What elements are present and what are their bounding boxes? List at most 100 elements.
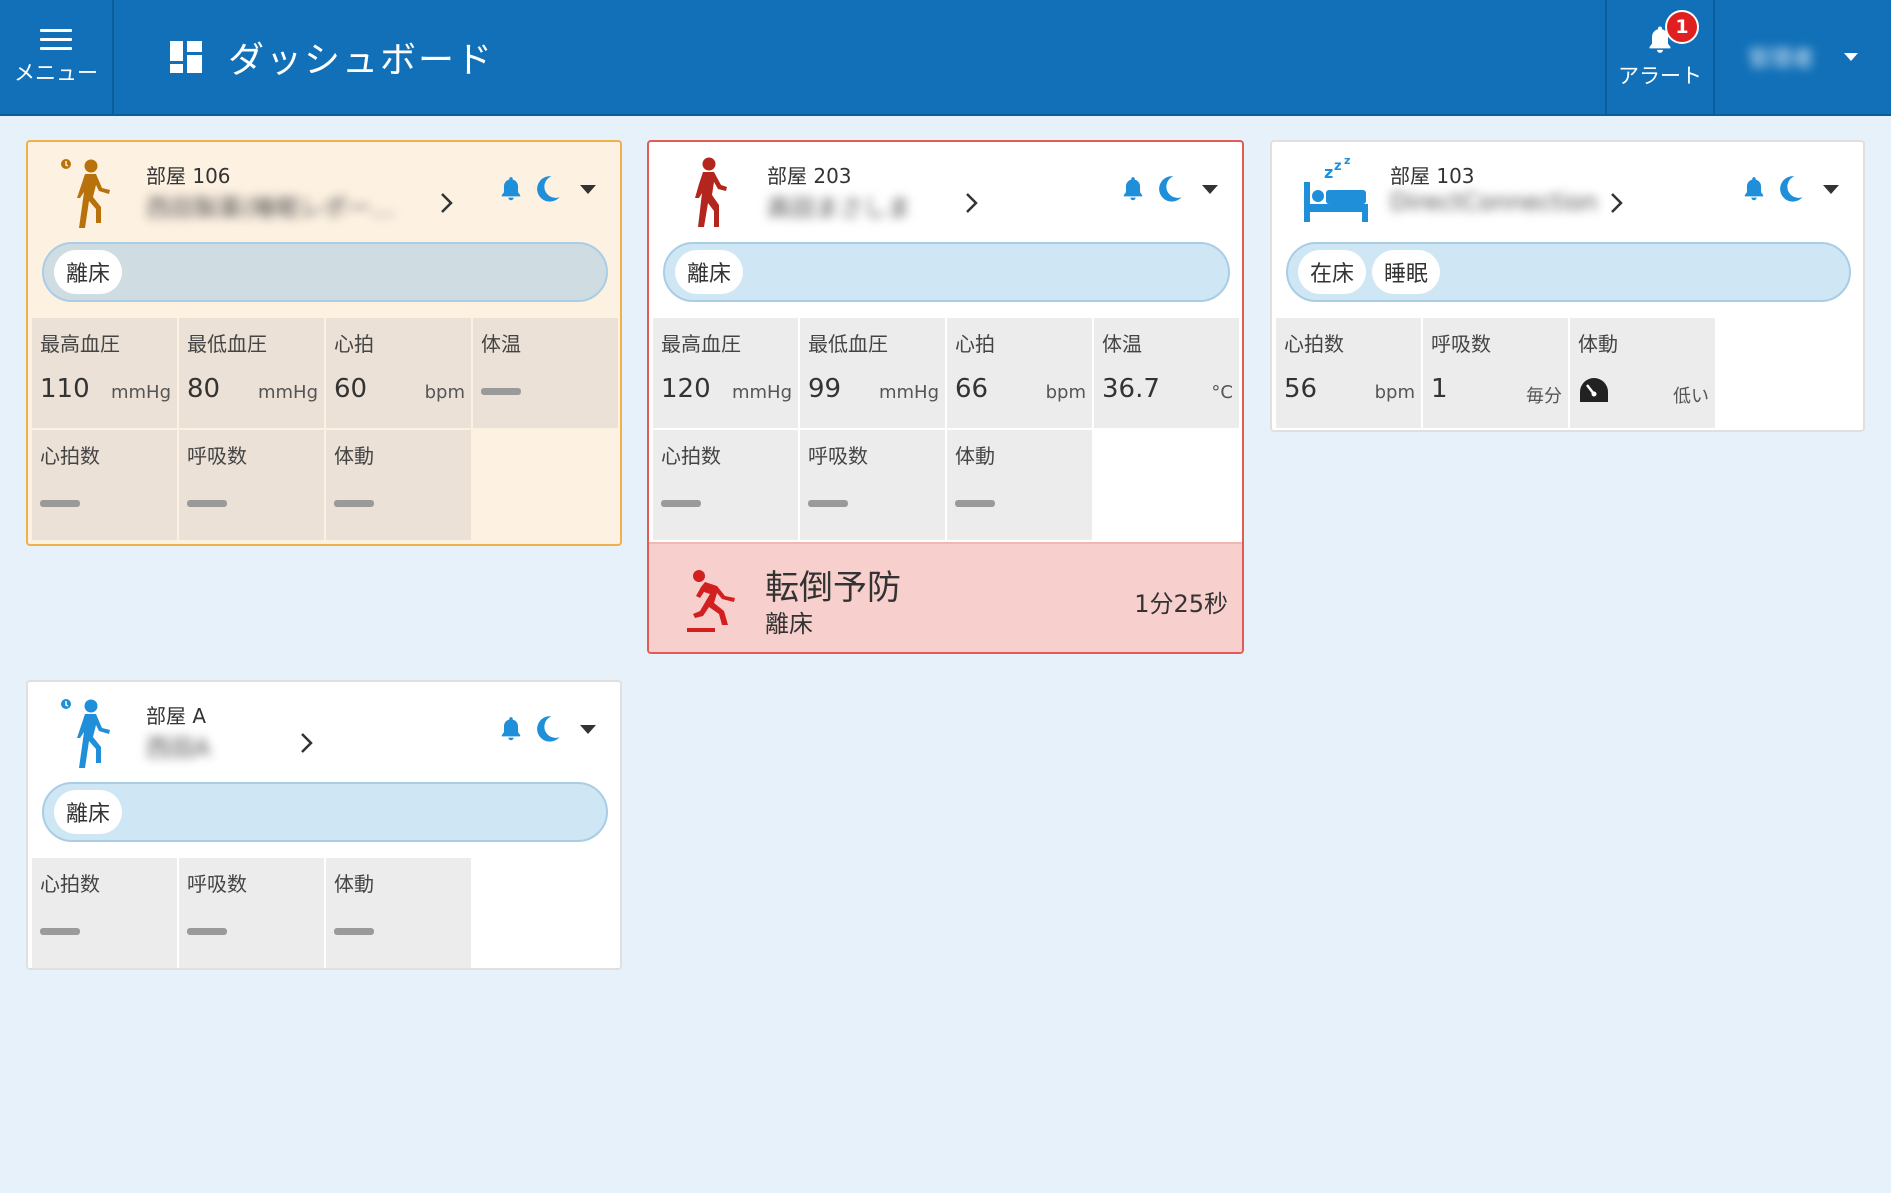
metric-label: 心拍数: [1284, 332, 1344, 356]
metric-label: 体動: [1578, 332, 1618, 356]
user-menu[interactable]: 管理者: [1713, 0, 1891, 114]
chevron-right-icon[interactable]: [1610, 192, 1624, 214]
metric-label: 心拍数: [661, 444, 721, 468]
falling-person-icon: [687, 570, 735, 632]
patient-name: 西田製薬(睡眠レポー...: [146, 194, 395, 222]
card-header: 部屋 106 西田製薬(睡眠レポー...: [28, 142, 620, 242]
metric-label: 最高血圧: [40, 332, 120, 356]
no-data-dash: [40, 928, 80, 935]
room-card[interactable]: z z z 部屋 103 DirectConnection 在床 睡眠 心拍数 …: [1270, 140, 1865, 432]
patient-name: 西田A: [146, 734, 211, 762]
no-data-dash: [40, 500, 80, 507]
status-pill: 在床: [1298, 250, 1367, 294]
metric-unit: 毎分: [1526, 386, 1562, 407]
patient-name: DirectConnection: [1390, 188, 1598, 216]
no-data-dash: [187, 500, 227, 507]
no-data-dash: [334, 500, 374, 507]
chevron-right-icon[interactable]: [965, 192, 979, 214]
room-label: 部屋 203: [767, 164, 852, 188]
metric-label: 心拍数: [40, 444, 100, 468]
room-label: 部屋 A: [146, 704, 207, 728]
metric-unit: mmHg: [731, 382, 792, 403]
metrics-grid: 心拍数 呼吸数 体動: [32, 858, 618, 968]
bell-icon[interactable]: [498, 714, 524, 744]
page-title: ダッシュボード: [228, 40, 495, 81]
gauge-low-icon: [1580, 378, 1608, 402]
metric-unit: bpm: [1045, 382, 1086, 403]
metric-cell: 体動: [326, 858, 471, 968]
metric-cell: 体動 低い: [1570, 318, 1715, 428]
moon-icon[interactable]: [1777, 174, 1805, 204]
chevron-right-icon[interactable]: [440, 192, 454, 214]
metric-label: 心拍: [955, 332, 995, 356]
metric-value: 99: [808, 374, 842, 404]
fall-alert-panel[interactable]: 転倒予防 離床 1分25秒: [649, 542, 1242, 652]
bell-icon[interactable]: [1120, 174, 1146, 204]
metric-cell: 呼吸数: [800, 430, 945, 540]
room-label: 部屋 106: [146, 164, 231, 188]
card-actions: [498, 174, 596, 204]
metric-unit: bpm: [1374, 382, 1415, 403]
metric-cell: 心拍数: [653, 430, 798, 540]
metric-unit: mmHg: [878, 382, 939, 403]
menu-button[interactable]: メニュー: [0, 0, 114, 114]
metric-label: 体温: [1102, 332, 1142, 356]
card-actions: [498, 714, 596, 744]
status-pill: 離床: [54, 250, 123, 294]
metric-cell: 心拍 66 bpm: [947, 318, 1092, 428]
status-pill: 離床: [54, 790, 123, 834]
metric-cell: 最低血圧 80 mmHg: [179, 318, 324, 428]
menu-label: メニュー: [14, 61, 98, 85]
status-pill: 離床: [675, 250, 744, 294]
metric-cell: 心拍 60 bpm: [326, 318, 471, 428]
card-actions: [1120, 174, 1218, 204]
metric-cell: 呼吸数 1 毎分: [1423, 318, 1568, 428]
chevron-down-icon[interactable]: [580, 724, 596, 734]
no-data-dash: [334, 928, 374, 935]
metric-label: 呼吸数: [187, 444, 247, 468]
metric-value: 1: [1431, 374, 1448, 404]
room-card[interactable]: 部屋 106 西田製薬(睡眠レポー... 離床 最高血圧 110 mmHg 最低…: [26, 140, 622, 546]
metric-label: 体動: [955, 444, 995, 468]
chevron-down-icon[interactable]: [1823, 184, 1839, 194]
status-bar: 離床: [42, 242, 608, 302]
metrics-grid: 最高血圧 120 mmHg 最低血圧 99 mmHg 心拍 66 bpm 体温 …: [653, 318, 1239, 540]
metric-cell: 体動: [947, 430, 1092, 540]
chevron-down-icon[interactable]: [580, 184, 596, 194]
walking-person-icon: [61, 159, 110, 228]
no-data-dash: [481, 388, 521, 395]
bell-icon[interactable]: [1741, 174, 1767, 204]
no-data-dash: [955, 500, 995, 507]
status-pill: 睡眠: [1372, 250, 1441, 294]
metric-label: 最低血圧: [808, 332, 888, 356]
metric-label: 体温: [481, 332, 521, 356]
metric-label: 体動: [334, 872, 374, 896]
metric-cell: 呼吸数: [179, 430, 324, 540]
metric-unit: 低い: [1673, 386, 1709, 407]
bell-icon[interactable]: [498, 174, 524, 204]
metric-label: 体動: [334, 444, 374, 468]
moon-icon[interactable]: [534, 714, 562, 744]
metric-unit: °C: [1211, 382, 1233, 403]
room-card[interactable]: 部屋 A 西田A 離床 心拍数 呼吸数 体動: [26, 680, 622, 970]
metric-cell: 呼吸数: [179, 858, 324, 968]
metric-unit: mmHg: [257, 382, 318, 403]
alert-subtype: 離床: [765, 610, 813, 638]
alert-label: アラート: [1618, 64, 1702, 88]
room-card[interactable]: 部屋 203 高田まさしま 離床 最高血圧 120 mmHg 最低血圧 99 m…: [647, 140, 1244, 654]
alert-elapsed-time: 1分25秒: [1134, 590, 1228, 618]
metric-value: 60: [334, 374, 368, 404]
no-data-dash: [187, 928, 227, 935]
alert-button[interactable]: アラート 1: [1605, 0, 1713, 114]
metric-label: 呼吸数: [1431, 332, 1491, 356]
chevron-right-icon[interactable]: [300, 732, 314, 754]
metric-label: 心拍数: [40, 872, 100, 896]
status-bar: 離床: [42, 782, 608, 842]
metrics-grid: 心拍数 56 bpm 呼吸数 1 毎分 体動 低い: [1276, 318, 1862, 428]
chevron-down-icon[interactable]: [1202, 184, 1218, 194]
moon-icon[interactable]: [534, 174, 562, 204]
metrics-grid: 最高血圧 110 mmHg 最低血圧 80 mmHg 心拍 60 bpm 体温 …: [32, 318, 618, 540]
alert-type: 転倒予防: [765, 568, 901, 608]
card-actions: [1741, 174, 1839, 204]
moon-icon[interactable]: [1156, 174, 1184, 204]
